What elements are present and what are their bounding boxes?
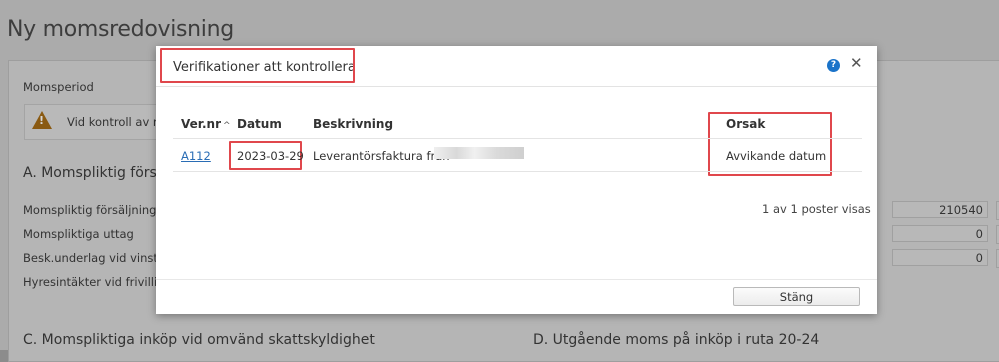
column-header-label: Ver.nr <box>181 117 221 131</box>
period-label: Momsperiod <box>23 80 94 94</box>
header-divider <box>173 138 862 139</box>
amount-field[interactable]: 0 <box>892 225 988 242</box>
row-divider <box>173 171 862 172</box>
amount-field[interactable]: 210540 <box>892 201 988 218</box>
footer-divider <box>156 279 877 280</box>
row-label: Momspliktiga uttag <box>23 227 134 241</box>
amount-field[interactable]: 0 <box>892 249 988 266</box>
help-icon[interactable]: ? <box>827 59 840 72</box>
highlight-title <box>160 48 355 83</box>
column-header-orsak[interactable]: Orsak <box>726 117 765 131</box>
page-title: Ny momsredovisning <box>7 17 234 42</box>
close-icon[interactable]: ✕ <box>850 56 863 71</box>
section-c-heading: C. Momspliktiga inköp vid omvänd skattsk… <box>23 332 375 348</box>
redacted-supplier-name <box>434 147 524 159</box>
datum-cell: 2023-03-29 <box>237 149 304 163</box>
column-header-beskrivning[interactable]: Beskrivning <box>313 117 393 131</box>
section-d-heading: D. Utgående moms på inköp i ruta 20-24 <box>533 332 820 348</box>
warning-icon: ! <box>32 111 52 129</box>
ver-nr-link[interactable]: A112 <box>181 149 211 163</box>
ver-nr-cell[interactable]: A112 <box>181 149 211 163</box>
verifications-dialog: Verifikationer att kontrollera ? ✕ Ver.n… <box>156 46 877 314</box>
column-header-datum[interactable]: Datum <box>237 117 282 131</box>
record-count: 1 av 1 poster visas <box>762 202 871 216</box>
orsak-cell: Avvikande datum <box>726 149 827 163</box>
column-header-ver-nr[interactable]: Ver.nr ^ <box>181 117 231 131</box>
sort-ascending-icon: ^ <box>223 121 231 131</box>
close-button[interactable]: Stäng <box>733 287 860 306</box>
beskrivning-cell: Leverantörsfaktura från <box>313 149 450 163</box>
